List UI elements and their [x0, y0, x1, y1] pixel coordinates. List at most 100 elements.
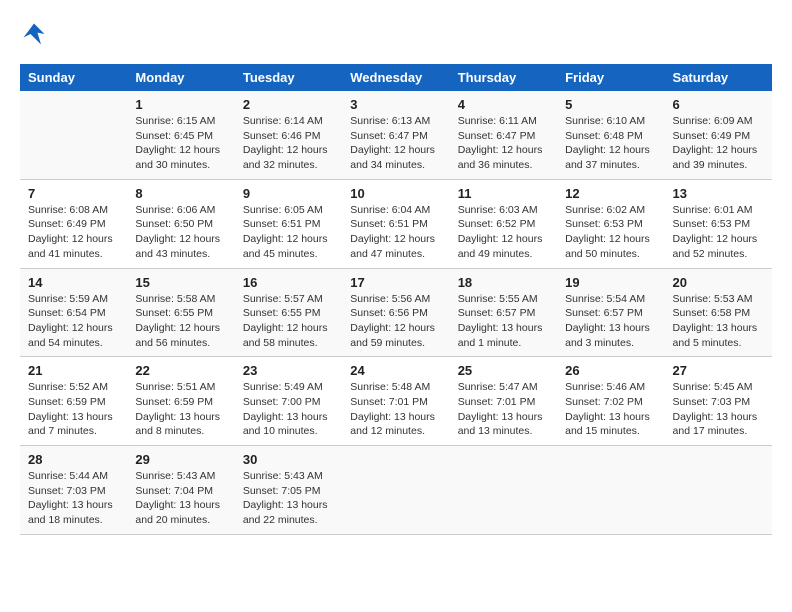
day-number: 22 [135, 363, 226, 378]
day-info: Sunrise: 6:10 AM Sunset: 6:48 PM Dayligh… [565, 114, 656, 173]
logo [20, 20, 52, 48]
calendar-cell: 10 Sunrise: 6:04 AM Sunset: 6:51 PM Dayli… [342, 179, 449, 268]
day-info: Sunrise: 6:05 AM Sunset: 6:51 PM Dayligh… [243, 203, 334, 262]
day-info: Sunrise: 5:45 AM Sunset: 7:03 PM Dayligh… [673, 380, 764, 439]
day-info: Sunrise: 6:09 AM Sunset: 6:49 PM Dayligh… [673, 114, 764, 173]
day-number: 8 [135, 186, 226, 201]
day-info: Sunrise: 5:57 AM Sunset: 6:55 PM Dayligh… [243, 292, 334, 351]
day-info: Sunrise: 5:47 AM Sunset: 7:01 PM Dayligh… [458, 380, 549, 439]
day-number: 30 [243, 452, 334, 467]
calendar-week-row: 7Sunrise: 6:08 AM Sunset: 6:49 PM Daylig… [20, 179, 772, 268]
day-info: Sunrise: 6:04 AM Sunset: 6:51 PM Dayligh… [350, 203, 441, 262]
calendar-cell: 22 Sunrise: 5:51 AM Sunset: 6:59 PM Dayli… [127, 357, 234, 446]
day-number: 26 [565, 363, 656, 378]
day-number: 14 [28, 275, 119, 290]
page-header [20, 20, 772, 48]
day-info: Sunrise: 5:56 AM Sunset: 6:56 PM Dayligh… [350, 292, 441, 351]
day-of-week-header: Friday [557, 64, 664, 91]
day-info: Sunrise: 5:48 AM Sunset: 7:01 PM Dayligh… [350, 380, 441, 439]
day-number: 5 [565, 97, 656, 112]
day-info: Sunrise: 5:51 AM Sunset: 6:59 PM Dayligh… [135, 380, 226, 439]
calendar-cell: 29 Sunrise: 5:43 AM Sunset: 7:04 PM Dayli… [127, 446, 234, 535]
day-number: 6 [673, 97, 764, 112]
day-info: Sunrise: 5:49 AM Sunset: 7:00 PM Dayligh… [243, 380, 334, 439]
calendar-week-row: 1 Sunrise: 6:15 AM Sunset: 6:45 PM Daylig… [20, 91, 772, 179]
calendar-cell: 13Sunrise: 6:01 AM Sunset: 6:53 PM Dayli… [665, 179, 772, 268]
day-number: 28 [28, 452, 119, 467]
calendar-week-row: 21Sunrise: 5:52 AM Sunset: 6:59 PM Dayli… [20, 357, 772, 446]
calendar-cell [20, 91, 127, 179]
day-info: Sunrise: 6:15 AM Sunset: 6:45 PM Dayligh… [135, 114, 226, 173]
calendar-cell: 7Sunrise: 6:08 AM Sunset: 6:49 PM Daylig… [20, 179, 127, 268]
day-info: Sunrise: 5:53 AM Sunset: 6:58 PM Dayligh… [673, 292, 764, 351]
calendar-cell: 2Sunrise: 6:14 AM Sunset: 6:46 PM Daylig… [235, 91, 342, 179]
day-info: Sunrise: 5:43 AM Sunset: 7:04 PM Dayligh… [135, 469, 226, 528]
day-number: 27 [673, 363, 764, 378]
day-number: 19 [565, 275, 656, 290]
day-number: 23 [243, 363, 334, 378]
day-info: Sunrise: 6:06 AM Sunset: 6:50 PM Dayligh… [135, 203, 226, 262]
calendar-cell: 20Sunrise: 5:53 AM Sunset: 6:58 PM Dayli… [665, 268, 772, 357]
calendar-week-row: 28 Sunrise: 5:44 AM Sunset: 7:03 PM Dayli… [20, 446, 772, 535]
calendar-cell: 30 Sunrise: 5:43 AM Sunset: 7:05 PM Dayli… [235, 446, 342, 535]
day-number: 4 [458, 97, 549, 112]
day-number: 29 [135, 452, 226, 467]
day-number: 16 [243, 275, 334, 290]
day-number: 17 [350, 275, 441, 290]
day-info: Sunrise: 5:54 AM Sunset: 6:57 PM Dayligh… [565, 292, 656, 351]
calendar-cell: 16 Sunrise: 5:57 AM Sunset: 6:55 PM Dayli… [235, 268, 342, 357]
day-of-week-header: Tuesday [235, 64, 342, 91]
day-number: 12 [565, 186, 656, 201]
day-number: 24 [350, 363, 441, 378]
calendar-cell: 17 Sunrise: 5:56 AM Sunset: 6:56 PM Dayli… [342, 268, 449, 357]
day-number: 18 [458, 275, 549, 290]
calendar-table: SundayMondayTuesdayWednesdayThursdayFrid… [20, 64, 772, 535]
calendar-cell: 27 Sunrise: 5:45 AM Sunset: 7:03 PM Dayli… [665, 357, 772, 446]
calendar-cell [450, 446, 557, 535]
calendar-cell: 9 Sunrise: 6:05 AM Sunset: 6:51 PM Daylig… [235, 179, 342, 268]
calendar-cell: 8 Sunrise: 6:06 AM Sunset: 6:50 PM Daylig… [127, 179, 234, 268]
day-number: 25 [458, 363, 549, 378]
calendar-cell [557, 446, 664, 535]
day-info: Sunrise: 6:13 AM Sunset: 6:47 PM Dayligh… [350, 114, 441, 173]
calendar-cell: 24 Sunrise: 5:48 AM Sunset: 7:01 PM Dayli… [342, 357, 449, 446]
calendar-cell: 11 Sunrise: 6:03 AM Sunset: 6:52 PM Dayli… [450, 179, 557, 268]
day-info: Sunrise: 6:11 AM Sunset: 6:47 PM Dayligh… [458, 114, 549, 173]
day-number: 21 [28, 363, 119, 378]
day-info: Sunrise: 6:08 AM Sunset: 6:49 PM Dayligh… [28, 203, 119, 262]
logo-bird-icon [20, 20, 48, 48]
day-info: Sunrise: 5:58 AM Sunset: 6:55 PM Dayligh… [135, 292, 226, 351]
day-number: 1 [135, 97, 226, 112]
day-number: 11 [458, 186, 549, 201]
calendar-cell: 21Sunrise: 5:52 AM Sunset: 6:59 PM Dayli… [20, 357, 127, 446]
day-info: Sunrise: 6:03 AM Sunset: 6:52 PM Dayligh… [458, 203, 549, 262]
day-info: Sunrise: 6:14 AM Sunset: 6:46 PM Dayligh… [243, 114, 334, 173]
day-info: Sunrise: 5:43 AM Sunset: 7:05 PM Dayligh… [243, 469, 334, 528]
calendar-cell: 19 Sunrise: 5:54 AM Sunset: 6:57 PM Dayli… [557, 268, 664, 357]
calendar-cell: 23 Sunrise: 5:49 AM Sunset: 7:00 PM Dayli… [235, 357, 342, 446]
day-number: 9 [243, 186, 334, 201]
day-of-week-header: Sunday [20, 64, 127, 91]
day-info: Sunrise: 5:44 AM Sunset: 7:03 PM Dayligh… [28, 469, 119, 528]
calendar-cell: 28 Sunrise: 5:44 AM Sunset: 7:03 PM Dayli… [20, 446, 127, 535]
calendar-cell: 3 Sunrise: 6:13 AM Sunset: 6:47 PM Daylig… [342, 91, 449, 179]
calendar-cell [665, 446, 772, 535]
day-of-week-header: Saturday [665, 64, 772, 91]
calendar-cell: 15 Sunrise: 5:58 AM Sunset: 6:55 PM Dayli… [127, 268, 234, 357]
day-number: 15 [135, 275, 226, 290]
day-of-week-header: Monday [127, 64, 234, 91]
calendar-cell: 18 Sunrise: 5:55 AM Sunset: 6:57 PM Dayli… [450, 268, 557, 357]
day-info: Sunrise: 6:02 AM Sunset: 6:53 PM Dayligh… [565, 203, 656, 262]
day-of-week-header: Thursday [450, 64, 557, 91]
day-info: Sunrise: 5:55 AM Sunset: 6:57 PM Dayligh… [458, 292, 549, 351]
calendar-week-row: 14Sunrise: 5:59 AM Sunset: 6:54 PM Dayli… [20, 268, 772, 357]
calendar-cell: 5 Sunrise: 6:10 AM Sunset: 6:48 PM Daylig… [557, 91, 664, 179]
day-of-week-header: Wednesday [342, 64, 449, 91]
day-number: 13 [673, 186, 764, 201]
calendar-cell: 6 Sunrise: 6:09 AM Sunset: 6:49 PM Daylig… [665, 91, 772, 179]
calendar-cell: 1 Sunrise: 6:15 AM Sunset: 6:45 PM Daylig… [127, 91, 234, 179]
calendar-cell [342, 446, 449, 535]
day-number: 10 [350, 186, 441, 201]
day-number: 3 [350, 97, 441, 112]
calendar-cell: 12 Sunrise: 6:02 AM Sunset: 6:53 PM Dayli… [557, 179, 664, 268]
